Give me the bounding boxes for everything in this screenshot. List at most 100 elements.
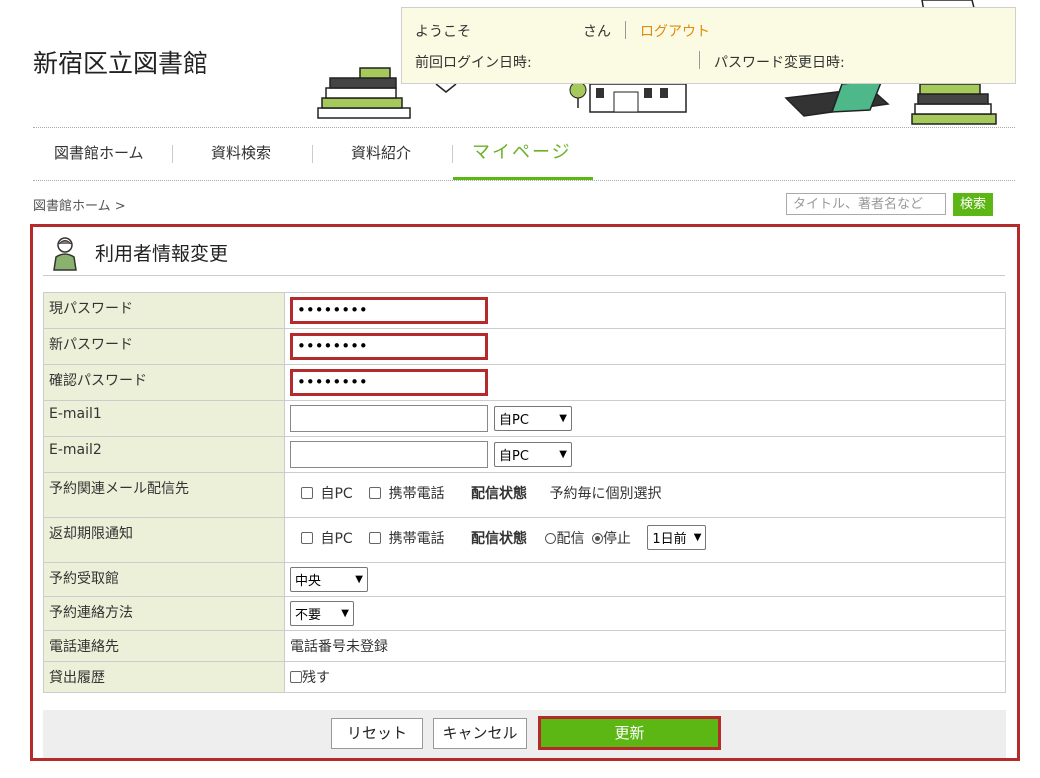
email2-controls: 自PC ▼ (290, 441, 1000, 468)
reset-button[interactable]: リセット (331, 718, 423, 749)
reserve-mail-mobile-label: 携帯電話 (388, 486, 445, 502)
form-cell: 自PC ▼ (284, 436, 1006, 473)
page-title: 利用者情報変更 (95, 243, 229, 265)
form-row-history: 貸出履歴 残す (43, 661, 1006, 693)
form-cell: •••••••• (284, 364, 1006, 401)
user-info-panel: 利用者情報変更 現パスワード •••••••• 新パスワード •••••••• … (30, 224, 1020, 761)
welcome-panel: ようこそ さん ログアウト 前回ログイン日時: パスワード変更日時: (401, 7, 1016, 84)
nav-bottom-rule (33, 180, 1015, 181)
user-avatar-icon (53, 237, 77, 271)
email1-label: E-mail1 (43, 400, 285, 437)
new-password-input[interactable]: •••••••• (290, 333, 488, 360)
nav-introductions[interactable]: 資料紹介 (351, 130, 411, 178)
search-button[interactable]: 検索 (953, 193, 993, 216)
contact-method-value: 不要 (295, 608, 322, 623)
history-keep-checkbox[interactable] (290, 671, 302, 683)
nav-divider (452, 145, 453, 163)
return-notice-mobile-label: 携帯電話 (388, 531, 445, 547)
form-cell: 不要 ▼ (284, 596, 1006, 631)
reserve-mail-pc-checkbox[interactable] (301, 487, 313, 499)
nav-mypage[interactable]: マイページ (472, 130, 572, 178)
pickup-library-label: 予約受取館 (43, 562, 285, 597)
welcome-greeting: ようこそ (415, 24, 471, 40)
form-row-contact-method: 予約連絡方法 不要 ▼ (43, 596, 1006, 631)
history-keep-label: 残す (302, 670, 330, 686)
nav-divider (312, 145, 313, 163)
email1-type-select[interactable]: 自PC ▼ (494, 406, 572, 431)
return-notice-off-label: 停止 (602, 531, 631, 547)
email2-type-value: 自PC (499, 449, 529, 464)
form-row-phone: 電話連絡先 電話番号未登録 (43, 630, 1006, 662)
return-notice-days-value: 1日前 (652, 532, 687, 547)
welcome-suffix: さん (583, 24, 611, 40)
pickup-library-select[interactable]: 中央 ▼ (290, 567, 368, 592)
return-notice-pc-label: 自PC (320, 531, 353, 547)
history-label: 貸出履歴 (43, 661, 285, 693)
form-cell: 残す (284, 661, 1006, 693)
library-building-icon (569, 81, 687, 113)
return-notice-on-label: 配信 (556, 531, 585, 547)
reserve-mail-mobile-checkbox[interactable] (369, 487, 382, 499)
confirm-password-input[interactable]: •••••••• (290, 369, 488, 396)
form-cell: 自PC ▼ (284, 400, 1006, 437)
welcome-divider-2 (699, 51, 700, 69)
chevron-down-icon: ▼ (559, 449, 567, 460)
current-password-input[interactable]: •••••••• (290, 297, 488, 324)
form-cell: •••••••• (284, 328, 1006, 365)
return-notice-status-label: 配信状態 (471, 531, 528, 547)
return-notice-label: 返却期限通知 (43, 517, 285, 563)
form-row-current-password: 現パスワード •••••••• (43, 292, 1006, 329)
current-password-label: 現パスワード (43, 292, 285, 329)
form-row-return-notice: 返却期限通知 自PC 携帯電話 配信状態 配信 停止 1日前 ▼ (43, 517, 1006, 563)
return-notice-on-radio[interactable] (545, 533, 557, 544)
reserve-mail-label: 予約関連メール配信先 (43, 472, 285, 518)
form-cell: 自PC 携帯電話 配信状態 配信 停止 1日前 ▼ (284, 517, 1006, 563)
pickup-library-value: 中央 (295, 574, 322, 589)
chevron-down-icon: ▼ (559, 413, 567, 424)
phone-label: 電話連絡先 (43, 630, 285, 662)
title-rule (43, 275, 1005, 276)
form-cell: 自PC 携帯電話 配信状態 予約毎に個別選択 (284, 472, 1006, 518)
nav-divider (172, 145, 173, 163)
email2-label: E-mail2 (43, 436, 285, 473)
new-password-label: 新パスワード (43, 328, 285, 365)
book-stack-right-icon (911, 83, 997, 125)
last-login-label: 前回ログイン日時: (415, 55, 532, 71)
logout-link[interactable]: ログアウト (640, 21, 710, 41)
contact-method-label: 予約連絡方法 (43, 596, 285, 631)
reserve-mail-status-value: 予約毎に個別選択 (549, 486, 662, 502)
search-input[interactable] (786, 193, 946, 215)
contact-method-select[interactable]: 不要 ▼ (290, 601, 354, 626)
return-notice-days-select[interactable]: 1日前 ▼ (647, 525, 707, 550)
nav-library-home[interactable]: 図書館ホーム (54, 130, 144, 178)
update-button[interactable]: 更新 (538, 716, 721, 750)
reserve-mail-status-label: 配信状態 (471, 486, 528, 502)
form-row-new-password: 新パスワード •••••••• (43, 328, 1006, 365)
cancel-button[interactable]: キャンセル (433, 718, 527, 749)
user-info-form: 現パスワード •••••••• 新パスワード •••••••• 確認パスワード … (43, 292, 1006, 693)
chevron-down-icon: ▼ (693, 532, 702, 543)
email2-type-select[interactable]: 自PC ▼ (494, 442, 572, 467)
password-changed-label: パスワード変更日時: (714, 55, 845, 71)
return-notice-off-radio[interactable] (591, 533, 603, 544)
chevron-down-icon: ▼ (355, 574, 363, 585)
breadcrumb[interactable]: 図書館ホーム > (33, 195, 126, 214)
email2-input[interactable] (290, 441, 488, 468)
phone-value: 電話番号未登録 (284, 630, 1006, 662)
form-cell: 中央 ▼ (284, 562, 1006, 597)
chevron-down-icon: ▼ (341, 608, 349, 619)
confirm-password-label: 確認パスワード (43, 364, 285, 401)
form-row-confirm-password: 確認パスワード •••••••• (43, 364, 1006, 401)
welcome-divider (625, 21, 626, 39)
return-notice-pc-checkbox[interactable] (301, 532, 313, 544)
house-icon (435, 83, 457, 93)
form-row-email2: E-mail2 自PC ▼ (43, 436, 1006, 473)
email1-input[interactable] (290, 405, 488, 432)
form-row-email1: E-mail1 自PC ▼ (43, 400, 1006, 437)
email1-type-value: 自PC (499, 413, 529, 428)
return-notice-mobile-checkbox[interactable] (369, 532, 382, 544)
nav-search[interactable]: 資料検索 (211, 130, 271, 178)
form-row-reserve-mail: 予約関連メール配信先 自PC 携帯電話 配信状態 予約毎に個別選択 (43, 472, 1006, 518)
site-title: 新宿区立図書館 (33, 49, 209, 78)
laptop-icon (784, 79, 890, 117)
